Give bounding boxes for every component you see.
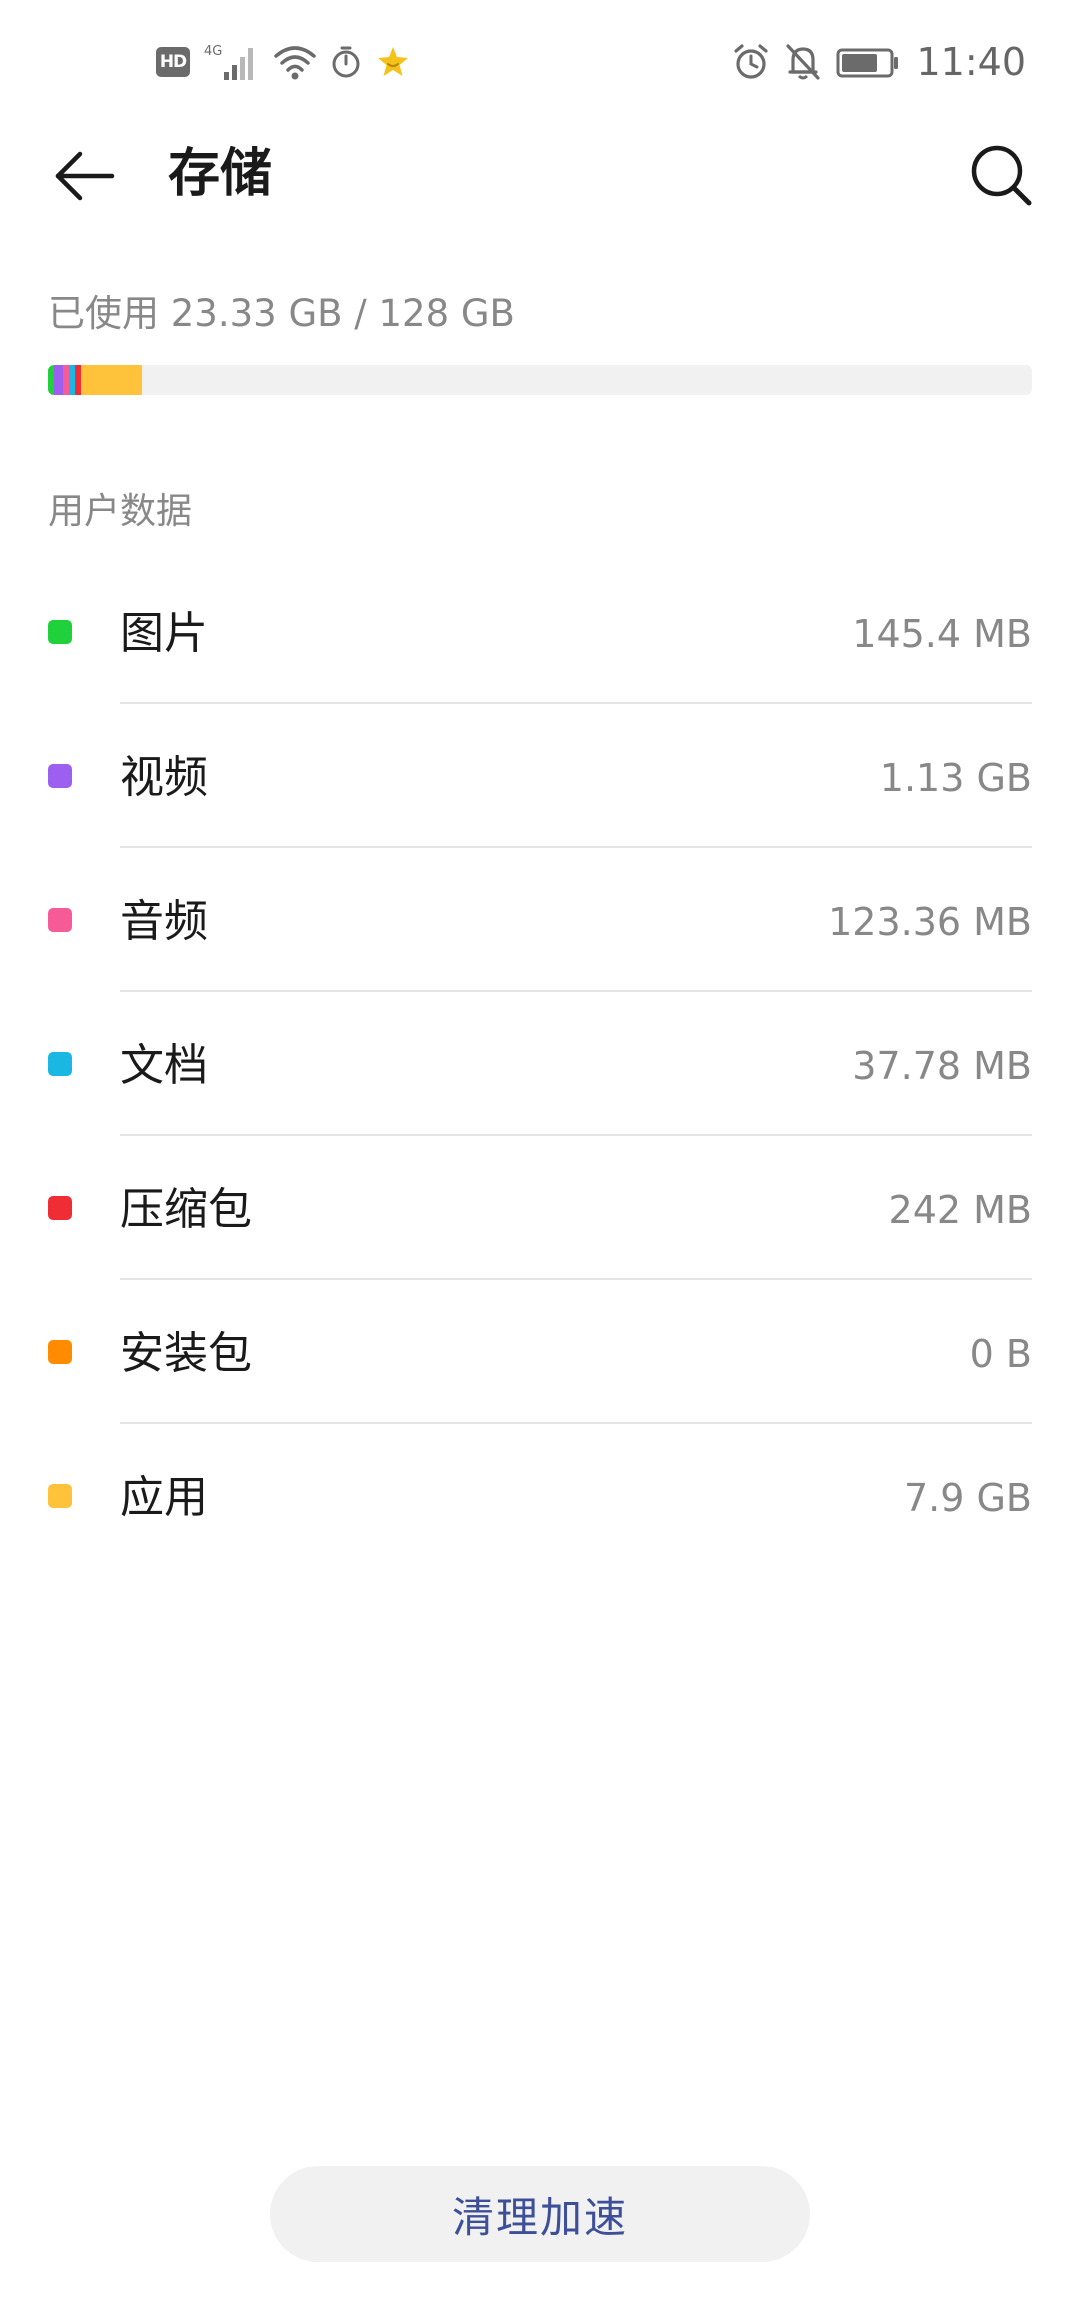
clean-accelerate-label: 清理加速: [451, 2192, 628, 2242]
color-dot: [48, 1340, 72, 1364]
wifi-icon: [274, 46, 316, 80]
category-size: 37.78 MB: [852, 1044, 1032, 1088]
category-name: 图片: [120, 608, 208, 659]
storage-usage-bar: [48, 365, 1032, 395]
battery-icon: [836, 48, 899, 78]
back-button[interactable]: [40, 146, 120, 206]
category-size: 0 B: [969, 1332, 1032, 1376]
category-name: 安装包: [120, 1328, 252, 1379]
storage-usage-text: 已使用 23.33 GB / 128 GB: [48, 292, 515, 335]
category-row-documents[interactable]: 文档 37.78 MB: [0, 992, 1080, 1136]
color-dot: [48, 908, 72, 932]
hd-label: HD: [159, 52, 187, 72]
status-time: 11:40: [916, 40, 1026, 84]
bell-off-icon: [786, 44, 821, 80]
color-dot: [48, 1052, 72, 1076]
color-dot: [48, 1196, 72, 1220]
search-icon: [971, 145, 1032, 206]
hd-icon: HD: [156, 47, 190, 77]
category-name: 音频: [120, 896, 208, 947]
search-button[interactable]: [966, 140, 1036, 210]
network-label: 4G: [204, 44, 222, 59]
usage-segment: [54, 365, 63, 395]
category-list: 图片 145.4 MB 视频 1.13 GB 音频 123.36 MB 文档 3…: [0, 560, 1080, 1568]
category-row-videos[interactable]: 视频 1.13 GB: [0, 704, 1080, 848]
color-dot: [48, 764, 72, 788]
color-dot: [48, 1484, 72, 1508]
category-row-audio[interactable]: 音频 123.36 MB: [0, 848, 1080, 992]
category-name: 应用: [120, 1472, 208, 1523]
category-size: 1.13 GB: [879, 756, 1032, 800]
status-bar-right: 11:40: [732, 38, 1026, 86]
category-name: 压缩包: [120, 1184, 252, 1235]
category-row-archives[interactable]: 压缩包 242 MB: [0, 1136, 1080, 1280]
category-size: 7.9 GB: [903, 1476, 1032, 1520]
usage-segment: [81, 365, 142, 395]
category-name: 视频: [120, 752, 208, 803]
signal-icon: 4G: [204, 44, 253, 80]
status-bar: HD 4G 11:40: [0, 0, 1080, 124]
category-name: 文档: [120, 1040, 208, 1091]
category-row-apps[interactable]: 应用 7.9 GB: [0, 1424, 1080, 1568]
category-size: 242 MB: [888, 1188, 1032, 1232]
category-row-images[interactable]: 图片 145.4 MB: [0, 560, 1080, 704]
timer-icon: [332, 46, 360, 78]
section-header-user-data: 用户数据: [48, 491, 193, 532]
alarm-icon: [734, 44, 769, 79]
app-bar: 存储: [0, 124, 1080, 224]
clean-accelerate-button[interactable]: 清理加速: [270, 2166, 810, 2262]
color-dot: [48, 620, 72, 644]
status-bar-left: HD 4G: [156, 40, 410, 84]
star-icon: [378, 47, 408, 76]
category-size: 123.36 MB: [828, 900, 1032, 944]
back-arrow-icon: [55, 151, 115, 201]
category-size: 145.4 MB: [852, 612, 1032, 656]
page-title: 存储: [168, 144, 273, 204]
category-row-packages[interactable]: 安装包 0 B: [0, 1280, 1080, 1424]
